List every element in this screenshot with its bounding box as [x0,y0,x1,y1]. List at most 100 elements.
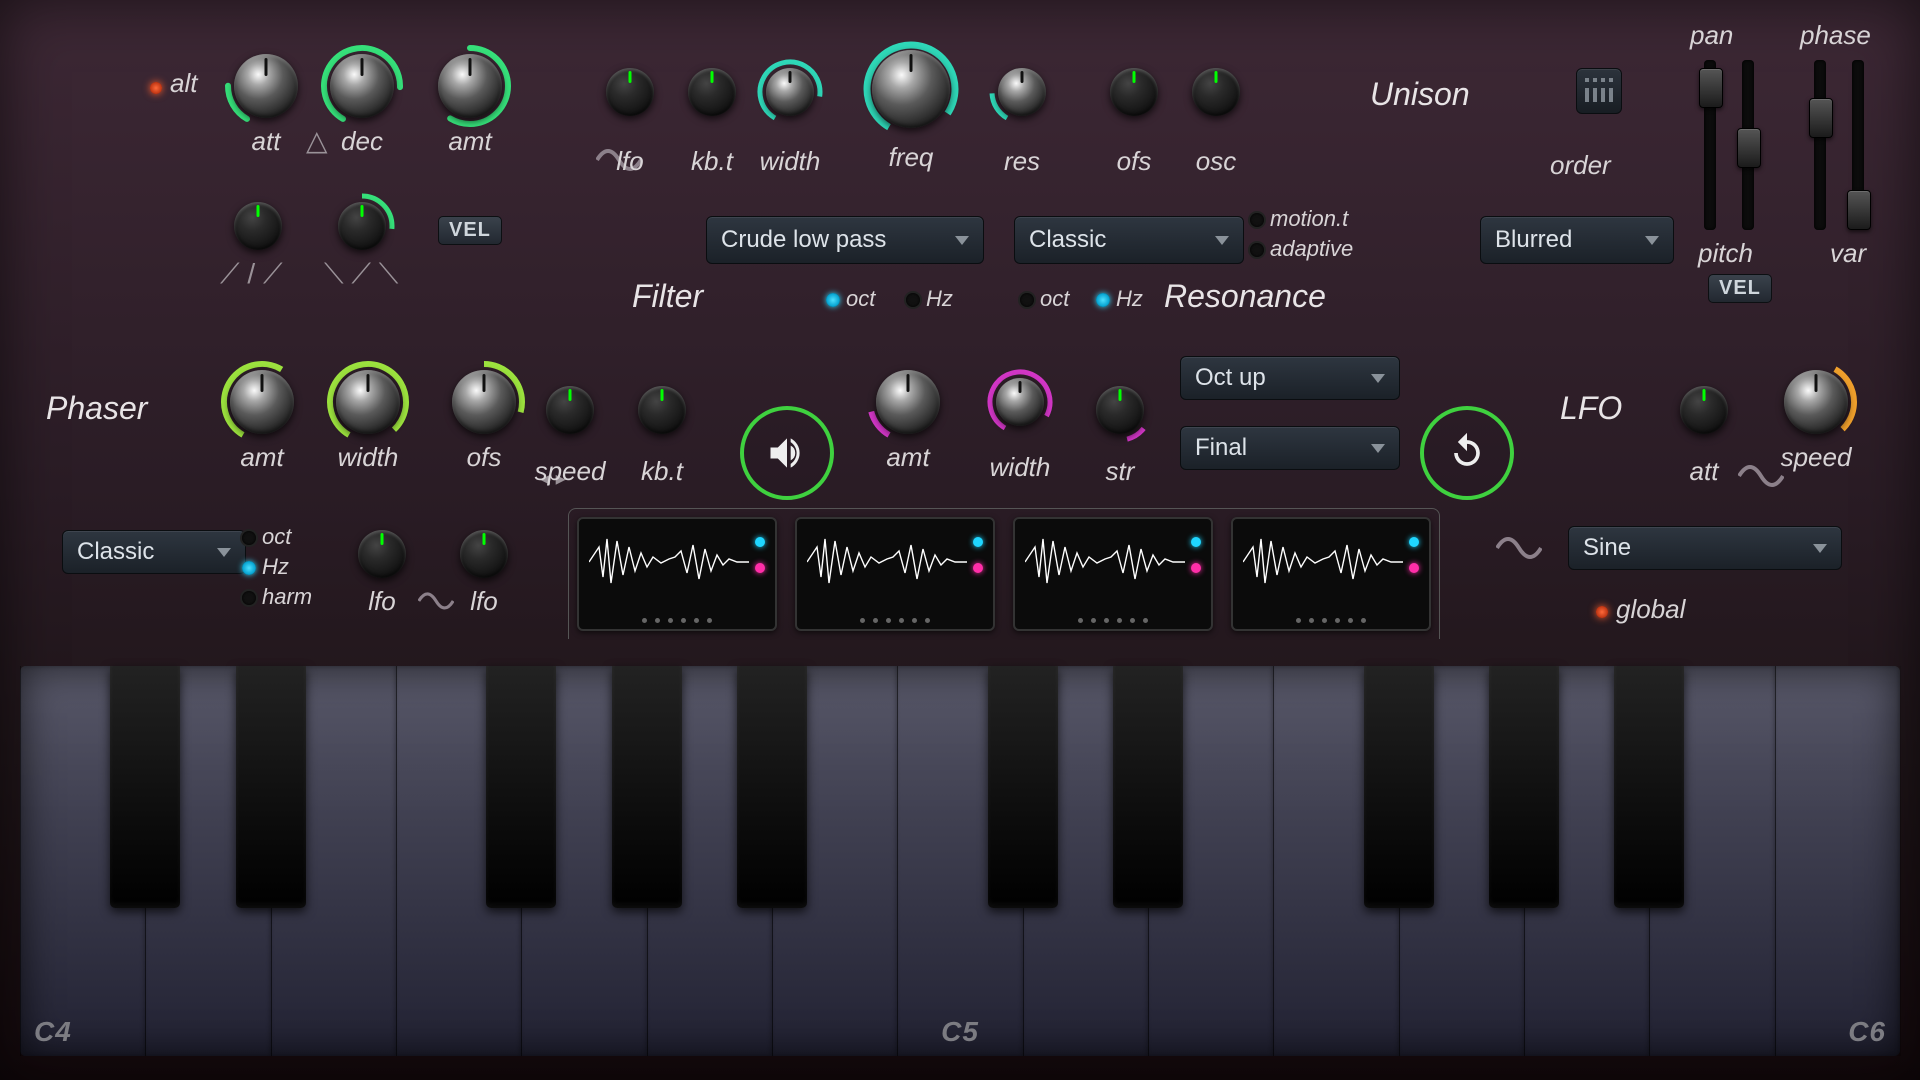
black-key[interactable] [1364,666,1434,908]
output-dropdown[interactable]: Final [1180,426,1400,470]
reset-button[interactable] [1420,406,1514,500]
synth-plugin: alt att △ dec amt lfo kb.t width freq re… [0,0,1920,1080]
sample-slot-4[interactable] [1231,517,1431,631]
ofs-knob[interactable]: ofs [1110,68,1158,116]
pan-slider[interactable] [1704,60,1716,230]
resonance-type-dropdown[interactable]: Classic [1014,216,1244,264]
unison-section-label: Unison [1370,76,1470,113]
str-knob[interactable]: str [1096,386,1144,434]
pan-slider-2[interactable] [1742,60,1754,230]
filter-oct-radio[interactable]: oct [826,286,875,312]
phaser-speed-label: speed [535,456,606,487]
phase-slider[interactable] [1814,60,1826,230]
res-knob[interactable]: res [998,68,1046,116]
black-key[interactable] [988,666,1058,908]
motion-radio[interactable]: motion.t [1250,206,1348,232]
env-shape-a-knob[interactable] [234,202,282,250]
global-toggle[interactable]: global [1596,594,1685,625]
lfo-section-label: LFO [1560,390,1622,427]
lfo-speed-knob[interactable]: speed [1784,370,1848,434]
filter-hz-radio[interactable]: Hz [906,286,953,312]
black-key[interactable] [486,666,556,908]
amt-knob[interactable]: amt [438,54,502,118]
triangle-icon: △ [306,124,328,157]
phaser-hz-radio[interactable]: Hz [242,554,289,580]
env-shape-b-knob[interactable] [338,202,386,250]
res-oct-radio[interactable]: oct [1020,286,1069,312]
phaser-width-label: width [338,442,399,473]
filter-type-dropdown[interactable]: Crude low pass [706,216,984,264]
mid-width-label: width [990,452,1051,483]
filter-lfo-knob[interactable]: lfo [606,68,654,116]
chevron-down-icon [1371,444,1385,453]
black-key[interactable] [1614,666,1684,908]
black-key[interactable] [236,666,306,908]
key-c4-label: C4 [34,1016,72,1048]
vel-button[interactable]: VEL [438,216,502,245]
chevron-down-icon [955,236,969,245]
sample-slot-1[interactable] [577,517,777,631]
black-key[interactable] [1489,666,1559,908]
att-knob[interactable]: att [234,54,298,118]
phaser-lfo2-knob[interactable]: lfo [460,530,508,578]
unison-mode-dropdown[interactable]: Blurred [1480,216,1674,264]
att-label: att [252,126,281,157]
mid-amt-knob[interactable]: amt [876,370,940,434]
phaser-oct-radio[interactable]: oct [242,524,291,550]
piano-keyboard[interactable]: // generated below via JS C4 C5 C6 [20,666,1900,1056]
var-label: var [1830,238,1866,269]
resonance-type-value: Classic [1029,226,1106,254]
phaser-lfo2-label: lfo [470,586,497,617]
black-key[interactable] [1113,666,1183,908]
freq-label: freq [889,142,934,173]
black-key[interactable] [737,666,807,908]
phaser-amt-label: amt [240,442,283,473]
phaser-ofs-label: ofs [467,442,502,473]
kbt-knob[interactable]: kb.t [688,68,736,116]
dec-label: dec [341,126,383,157]
phaser-kbt-knob[interactable]: kb.t [638,386,686,434]
mid-amt-label: amt [886,442,929,473]
dec-knob[interactable]: dec [330,54,394,118]
width-label: width [760,146,821,177]
output-value: Final [1195,434,1247,462]
sample-slot-2[interactable] [795,517,995,631]
phaser-harm-radio[interactable]: harm [242,584,312,610]
width-knob[interactable]: width [766,68,814,116]
phaser-width-knob[interactable]: width [336,370,400,434]
black-key[interactable] [612,666,682,908]
resonance-section-label: Resonance [1164,278,1326,315]
unison-vel-button[interactable]: VEL [1708,274,1772,303]
sample-slot-3[interactable] [1013,517,1213,631]
lfo-att-knob[interactable]: att [1680,386,1728,434]
adaptive-radio[interactable]: adaptive [1250,236,1353,262]
white-key[interactable] [1775,666,1901,1056]
phaser-section-label: Phaser [46,390,147,427]
filter-lfo-label: lfo [616,146,643,177]
octave-value: Oct up [1195,364,1266,392]
phaser-ofs-knob[interactable]: ofs [452,370,516,434]
phaser-lfo1-knob[interactable]: lfo [358,530,406,578]
chevron-down-icon [1813,544,1827,553]
phase-label: phase [1800,20,1871,51]
octave-dropdown[interactable]: Oct up [1180,356,1400,400]
black-key[interactable] [110,666,180,908]
phaser-speed-knob[interactable]: speed [546,386,594,434]
lfo-wave-dropdown[interactable]: Sine [1568,526,1842,570]
ofs-label: ofs [1117,146,1152,177]
order-button[interactable] [1576,68,1622,114]
freq-knob[interactable]: freq [872,50,950,128]
phaser-amt-knob[interactable]: amt [230,370,294,434]
sine-icon [418,590,454,618]
osc-label: osc [1196,146,1236,177]
phaser-type-value: Classic [77,538,154,566]
var-slider[interactable] [1852,60,1864,230]
pan-label: pan [1690,20,1733,51]
mid-width-knob[interactable]: width [996,378,1044,426]
res-hz-radio[interactable]: Hz [1096,286,1143,312]
phaser-type-dropdown[interactable]: Classic [62,530,246,574]
filter-section-label: Filter [632,278,703,315]
osc-knob[interactable]: osc [1192,68,1240,116]
control-panel: alt att △ dec amt lfo kb.t width freq re… [20,10,1900,650]
preview-sound-button[interactable] [740,406,834,500]
